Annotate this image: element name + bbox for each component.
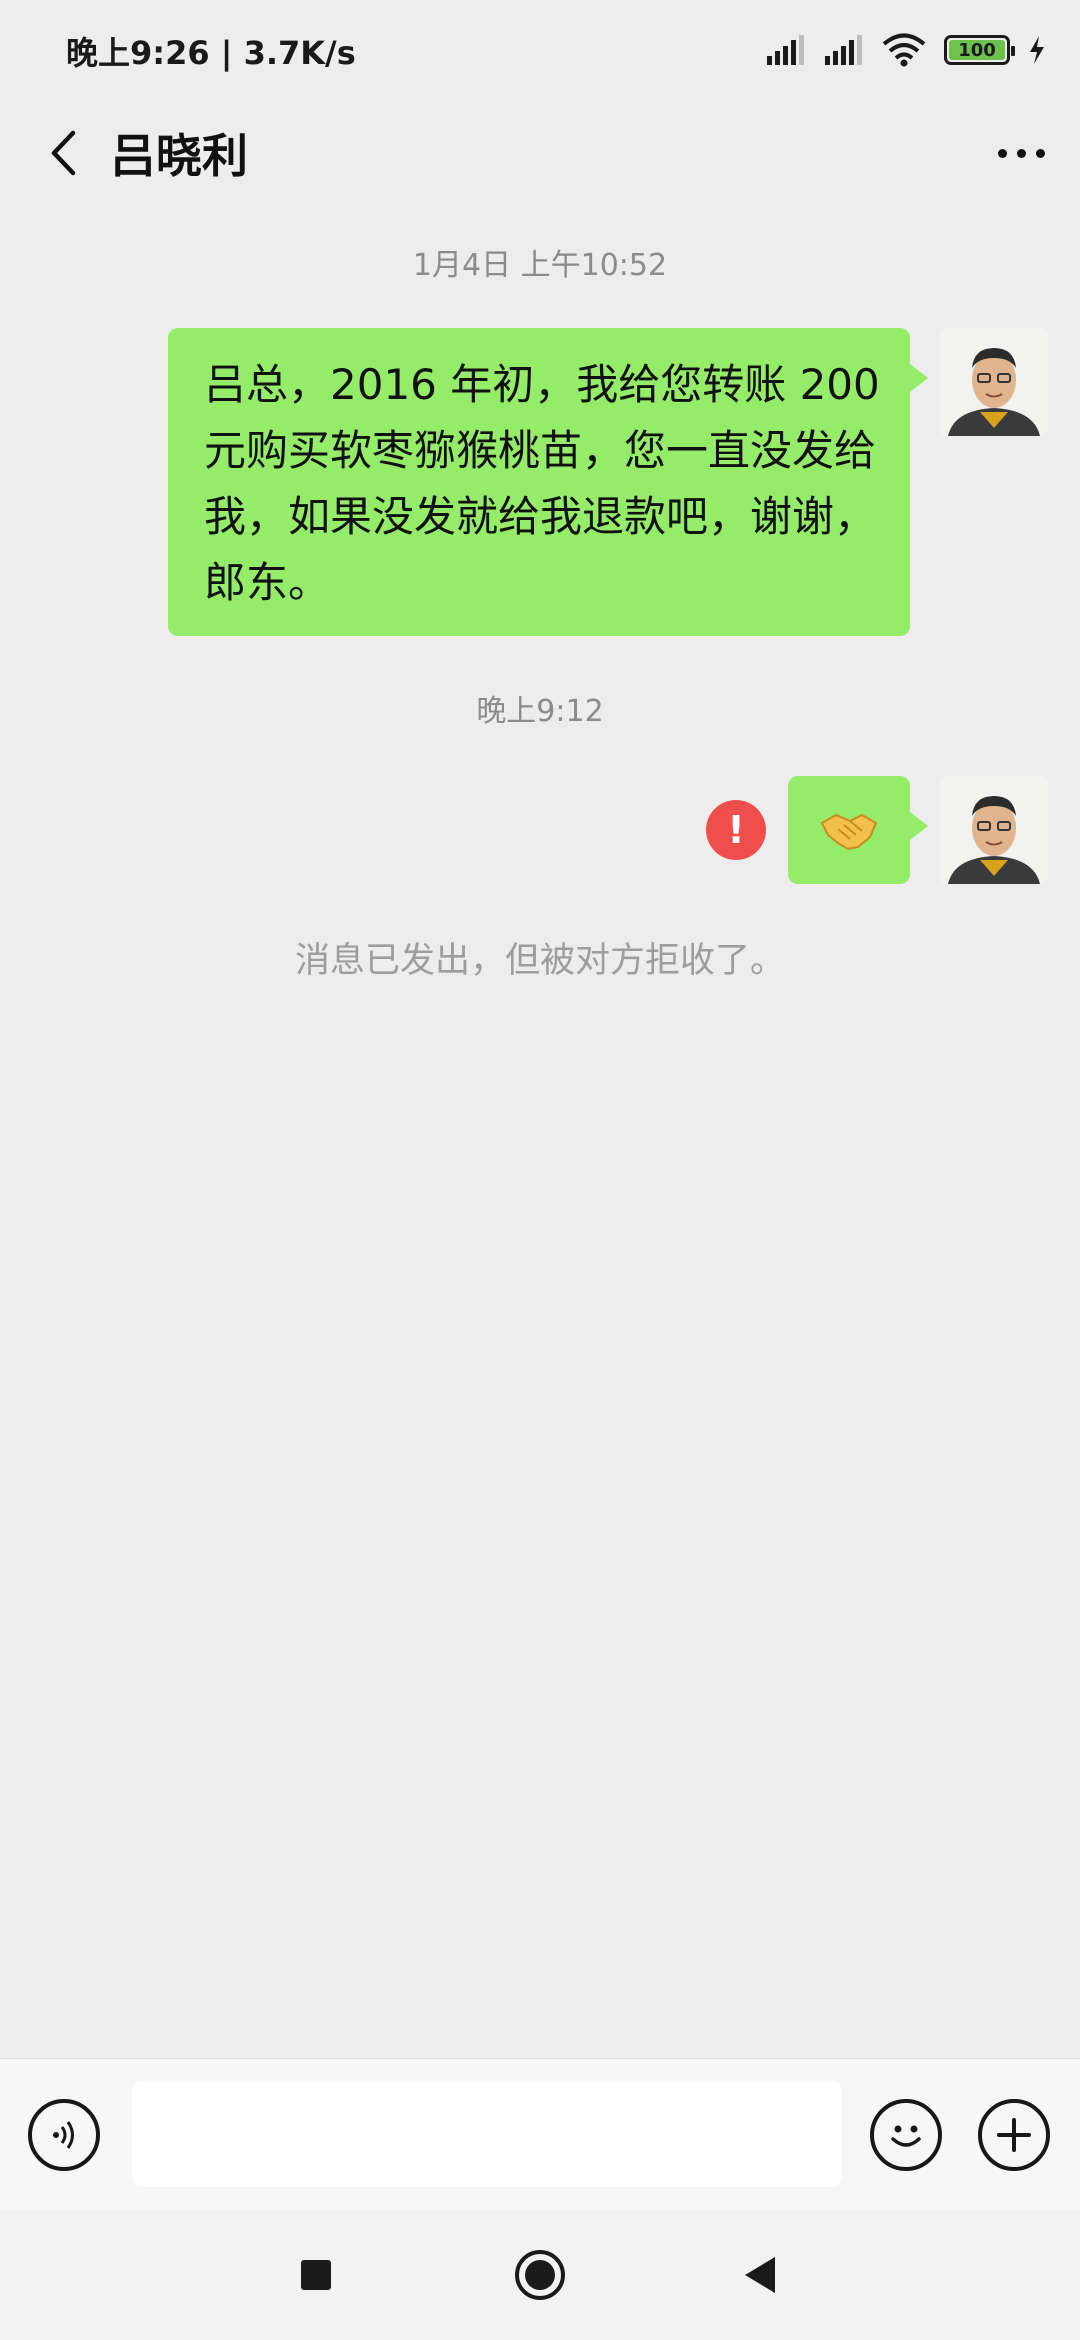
input-bar xyxy=(0,2058,1080,2210)
chat-screen: 晚上9:26 | 3.7K/s 100 吕晓利 1月4日 上午10:52 吕总，… xyxy=(0,0,1080,2340)
send-failed-icon[interactable]: ! xyxy=(706,800,766,860)
emoji-button[interactable] xyxy=(870,2099,942,2171)
timestamp: 晚上9:12 xyxy=(476,694,604,729)
more-dots-icon xyxy=(997,148,1007,158)
chat-header: 吕晓利 xyxy=(0,100,1080,210)
charging-icon xyxy=(1030,36,1044,64)
chevron-left-icon xyxy=(51,130,76,176)
message-input[interactable] xyxy=(132,2081,842,2187)
home-button[interactable] xyxy=(510,2245,570,2305)
battery-icon: 100 xyxy=(944,35,1015,65)
message-bubble[interactable] xyxy=(788,776,928,884)
recents-button[interactable] xyxy=(286,2245,346,2305)
plus-button[interactable] xyxy=(978,2099,1050,2171)
triangle-back-icon xyxy=(745,2257,775,2293)
system-note: 消息已发出，但被对方拒收了。 xyxy=(294,941,785,981)
square-icon xyxy=(301,2260,331,2290)
voice-button[interactable] xyxy=(28,2099,100,2171)
status-time-speed: 晚上9:26 | 3.7K/s xyxy=(66,34,356,72)
plus-icon xyxy=(997,2118,1031,2152)
voice-icon xyxy=(53,2121,74,2149)
more-button[interactable] xyxy=(986,118,1056,188)
message-text: 吕总，2016 年初，我给您转账 200 元购买软枣猕猴桃苗，您一直没发给我，如… xyxy=(204,360,880,607)
signal-icon xyxy=(767,35,804,65)
avatar-image xyxy=(940,776,1048,884)
back-nav-button[interactable] xyxy=(730,2245,790,2305)
system-nav-bar xyxy=(0,2210,1080,2340)
battery-level: 100 xyxy=(949,40,1005,61)
emoji-icon xyxy=(891,2125,921,2147)
chat-title: 吕晓利 xyxy=(110,129,248,183)
handshake-icon xyxy=(820,813,878,851)
timestamp: 1月4日 上午10:52 xyxy=(412,248,668,283)
wifi-icon xyxy=(882,33,926,67)
message-bubble[interactable]: 吕总，2016 年初，我给您转账 200 元购买软枣猕猴桃苗，您一直没发给我，如… xyxy=(168,328,928,636)
handshake-emoji xyxy=(788,776,910,884)
avatar[interactable] xyxy=(940,328,1048,436)
status-icons: 100 xyxy=(766,30,1046,70)
signal-icon-2 xyxy=(825,35,862,65)
more-dot xyxy=(1035,148,1045,158)
avatar[interactable] xyxy=(940,776,1048,884)
back-button[interactable] xyxy=(28,118,98,188)
status-bar: 晚上9:26 | 3.7K/s 100 xyxy=(0,0,1080,100)
home-circle-icon xyxy=(515,2250,565,2300)
more-dot xyxy=(1016,148,1026,158)
avatar-image xyxy=(940,328,1048,436)
